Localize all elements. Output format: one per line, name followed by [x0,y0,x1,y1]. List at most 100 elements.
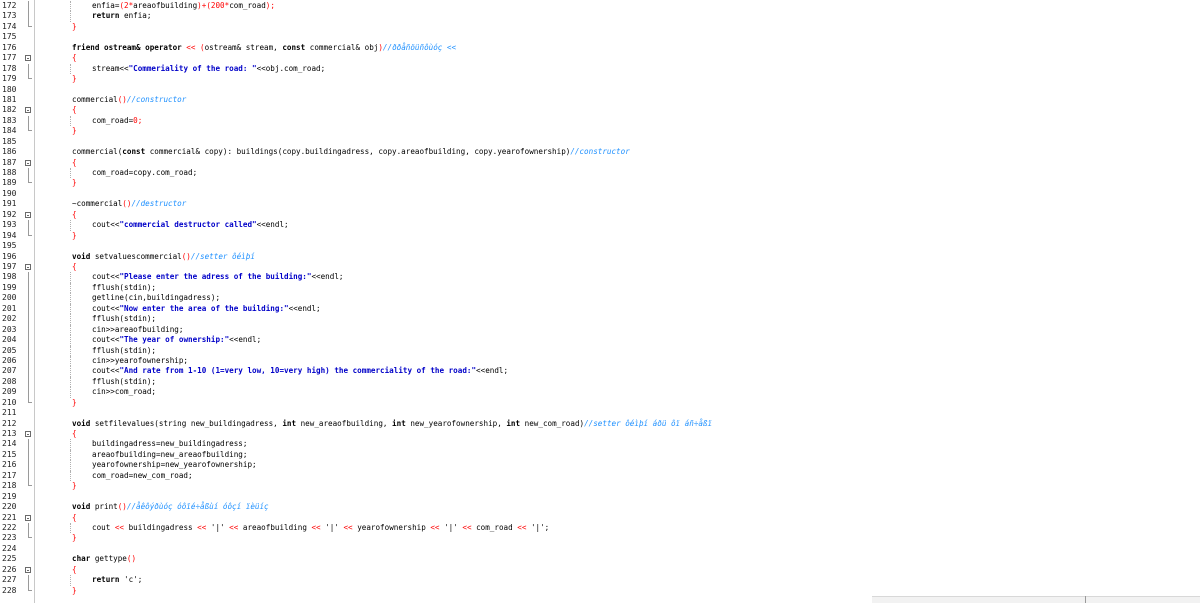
line-number: 223 [2,533,17,543]
code-line[interactable] [36,85,1200,95]
code-line[interactable]: fflush(stdin); [36,376,1200,388]
indent-guide [70,345,71,356]
line-number: 198 [2,272,17,282]
line-number: 196 [2,251,17,261]
code-token: << ( [186,42,205,52]
code-text: } [72,481,77,491]
code-line[interactable]: return 'c'; [36,575,1200,586]
line-number: 190 [2,188,17,198]
code-token: () [181,251,191,261]
code-line[interactable] [36,137,1200,147]
code-text-area[interactable]: enfia=(2*areaofbuilding)+(200*com_road);… [36,0,1200,603]
collapse-toggle-icon[interactable] [25,431,31,438]
code-line[interactable]: { [36,429,1200,439]
code-line[interactable]: cin>>com_road; [36,387,1200,398]
code-line[interactable]: } [36,398,1200,408]
code-token: areaofbuilding [133,1,198,10]
code-text: friend ostream& operator << (ostream& st… [72,43,456,53]
code-line[interactable]: areaofbuilding=new_areaofbuilding; [36,449,1200,461]
code-line[interactable]: cout<<"The year of ownership:"<<endl; [36,335,1200,346]
line-number: 224 [2,543,17,553]
code-line[interactable]: com_road=0; [36,115,1200,127]
code-line[interactable]: commercial()//constructor [36,95,1200,105]
code-text: { [72,53,77,63]
code-token: com_road [476,523,518,532]
line-number: 228 [2,585,17,595]
code-line[interactable]: } [36,231,1200,241]
code-line[interactable] [36,492,1200,502]
code-line[interactable]: ~commercial()//destructor [36,199,1200,209]
code-text: { [72,105,77,115]
code-line[interactable] [36,32,1200,42]
code-line[interactable]: cout<<"And rate from 1-10 (1=very low, 1… [36,366,1200,377]
code-text: cin>>areaofbuilding; [92,325,183,335]
code-line[interactable]: cin>>yearofownership; [36,355,1200,367]
collapse-toggle-icon[interactable] [25,264,31,270]
code-line[interactable]: cin>>areaofbuilding; [36,324,1200,336]
code-line[interactable]: return enfia; [36,11,1200,22]
code-line[interactable]: } [36,178,1200,188]
collapse-toggle-icon[interactable] [25,566,31,573]
collapse-toggle-icon[interactable] [25,514,31,521]
code-line[interactable]: commercial(const commercial& copy): buil… [36,147,1200,157]
code-line[interactable]: { [36,262,1200,272]
code-line[interactable]: yearofownership=new_yearofownership; [36,460,1200,471]
code-editor[interactable]: enfia=(2*areaofbuilding)+(200*com_road);… [0,0,1200,603]
fold-guide-line [28,460,29,471]
collapse-toggle-icon[interactable] [25,211,31,218]
code-text: ~commercial()//destructor [72,199,186,209]
horizontal-scrollbar[interactable] [872,596,1200,603]
code-text: } [72,74,77,84]
code-text: cin>>yearofownership; [92,356,188,366]
indent-guide [70,115,71,127]
code-line[interactable]: } [36,22,1200,32]
code-line[interactable]: enfia=(2*areaofbuilding)+(200*com_road); [36,1,1200,12]
code-line[interactable]: void setvaluescommercial()//setter ôéìþí [36,252,1200,262]
scrollbar-divider [1085,596,1086,603]
code-line[interactable]: } [36,533,1200,543]
code-line[interactable]: com_road=new_com_road; [36,470,1200,482]
code-line[interactable]: { [36,105,1200,115]
code-token: <<endl; [229,335,262,345]
code-line[interactable]: { [36,565,1200,575]
code-line[interactable]: } [36,126,1200,136]
code-line[interactable]: cout<<"Now enter the area of the buildin… [36,303,1200,315]
code-line[interactable]: cout<<"Please enter the adress of the bu… [36,272,1200,283]
code-line[interactable]: getline(cin,buildingadress); [36,293,1200,304]
code-line[interactable] [36,241,1200,251]
code-line[interactable]: void print()//åêôýðùóç óôïé÷åßùí óôçí ïè… [36,502,1200,512]
code-line[interactable]: fflush(stdin); [36,314,1200,325]
code-line[interactable] [36,408,1200,418]
code-line[interactable] [36,189,1200,199]
code-line[interactable]: { [36,513,1200,523]
code-line[interactable]: fflush(stdin); [36,345,1200,356]
code-line[interactable]: friend ostream& operator << (ostream& st… [36,43,1200,53]
code-text: commercial()//constructor [72,95,186,105]
code-line[interactable]: } [36,74,1200,84]
code-line[interactable]: { [36,210,1200,220]
collapse-toggle-icon[interactable] [25,107,31,114]
code-token: yearofownership [357,523,431,532]
code-token: cout<< [92,272,120,282]
line-number: 185 [2,136,17,146]
code-line[interactable]: fflush(stdin); [36,282,1200,294]
code-line[interactable]: } [36,586,1200,596]
code-token: '|' [444,523,463,532]
code-line[interactable]: void setfilevalues(string new_buildingad… [36,419,1200,429]
code-line[interactable]: { [36,53,1200,63]
code-text: char gettype() [72,554,136,564]
code-line[interactable]: cout << buildingadress << '|' << areaofb… [36,523,1200,534]
code-line[interactable]: stream<<"Commeriality of the road: "<<ob… [36,63,1200,75]
code-line[interactable]: com_road=copy.com_road; [36,168,1200,179]
indent-guide [70,324,71,336]
code-line[interactable]: buildingadress=new_buildingadress; [36,439,1200,450]
code-line[interactable]: { [36,158,1200,168]
indent-guide [70,168,71,179]
code-line[interactable]: } [36,481,1200,491]
code-line[interactable] [36,544,1200,554]
collapse-toggle-icon[interactable] [25,159,31,166]
collapse-toggle-icon[interactable] [25,55,31,62]
line-number: 191 [2,199,17,209]
code-line[interactable]: char gettype() [36,554,1200,564]
code-line[interactable]: cout<<"commercial destructor called"<<en… [36,220,1200,231]
